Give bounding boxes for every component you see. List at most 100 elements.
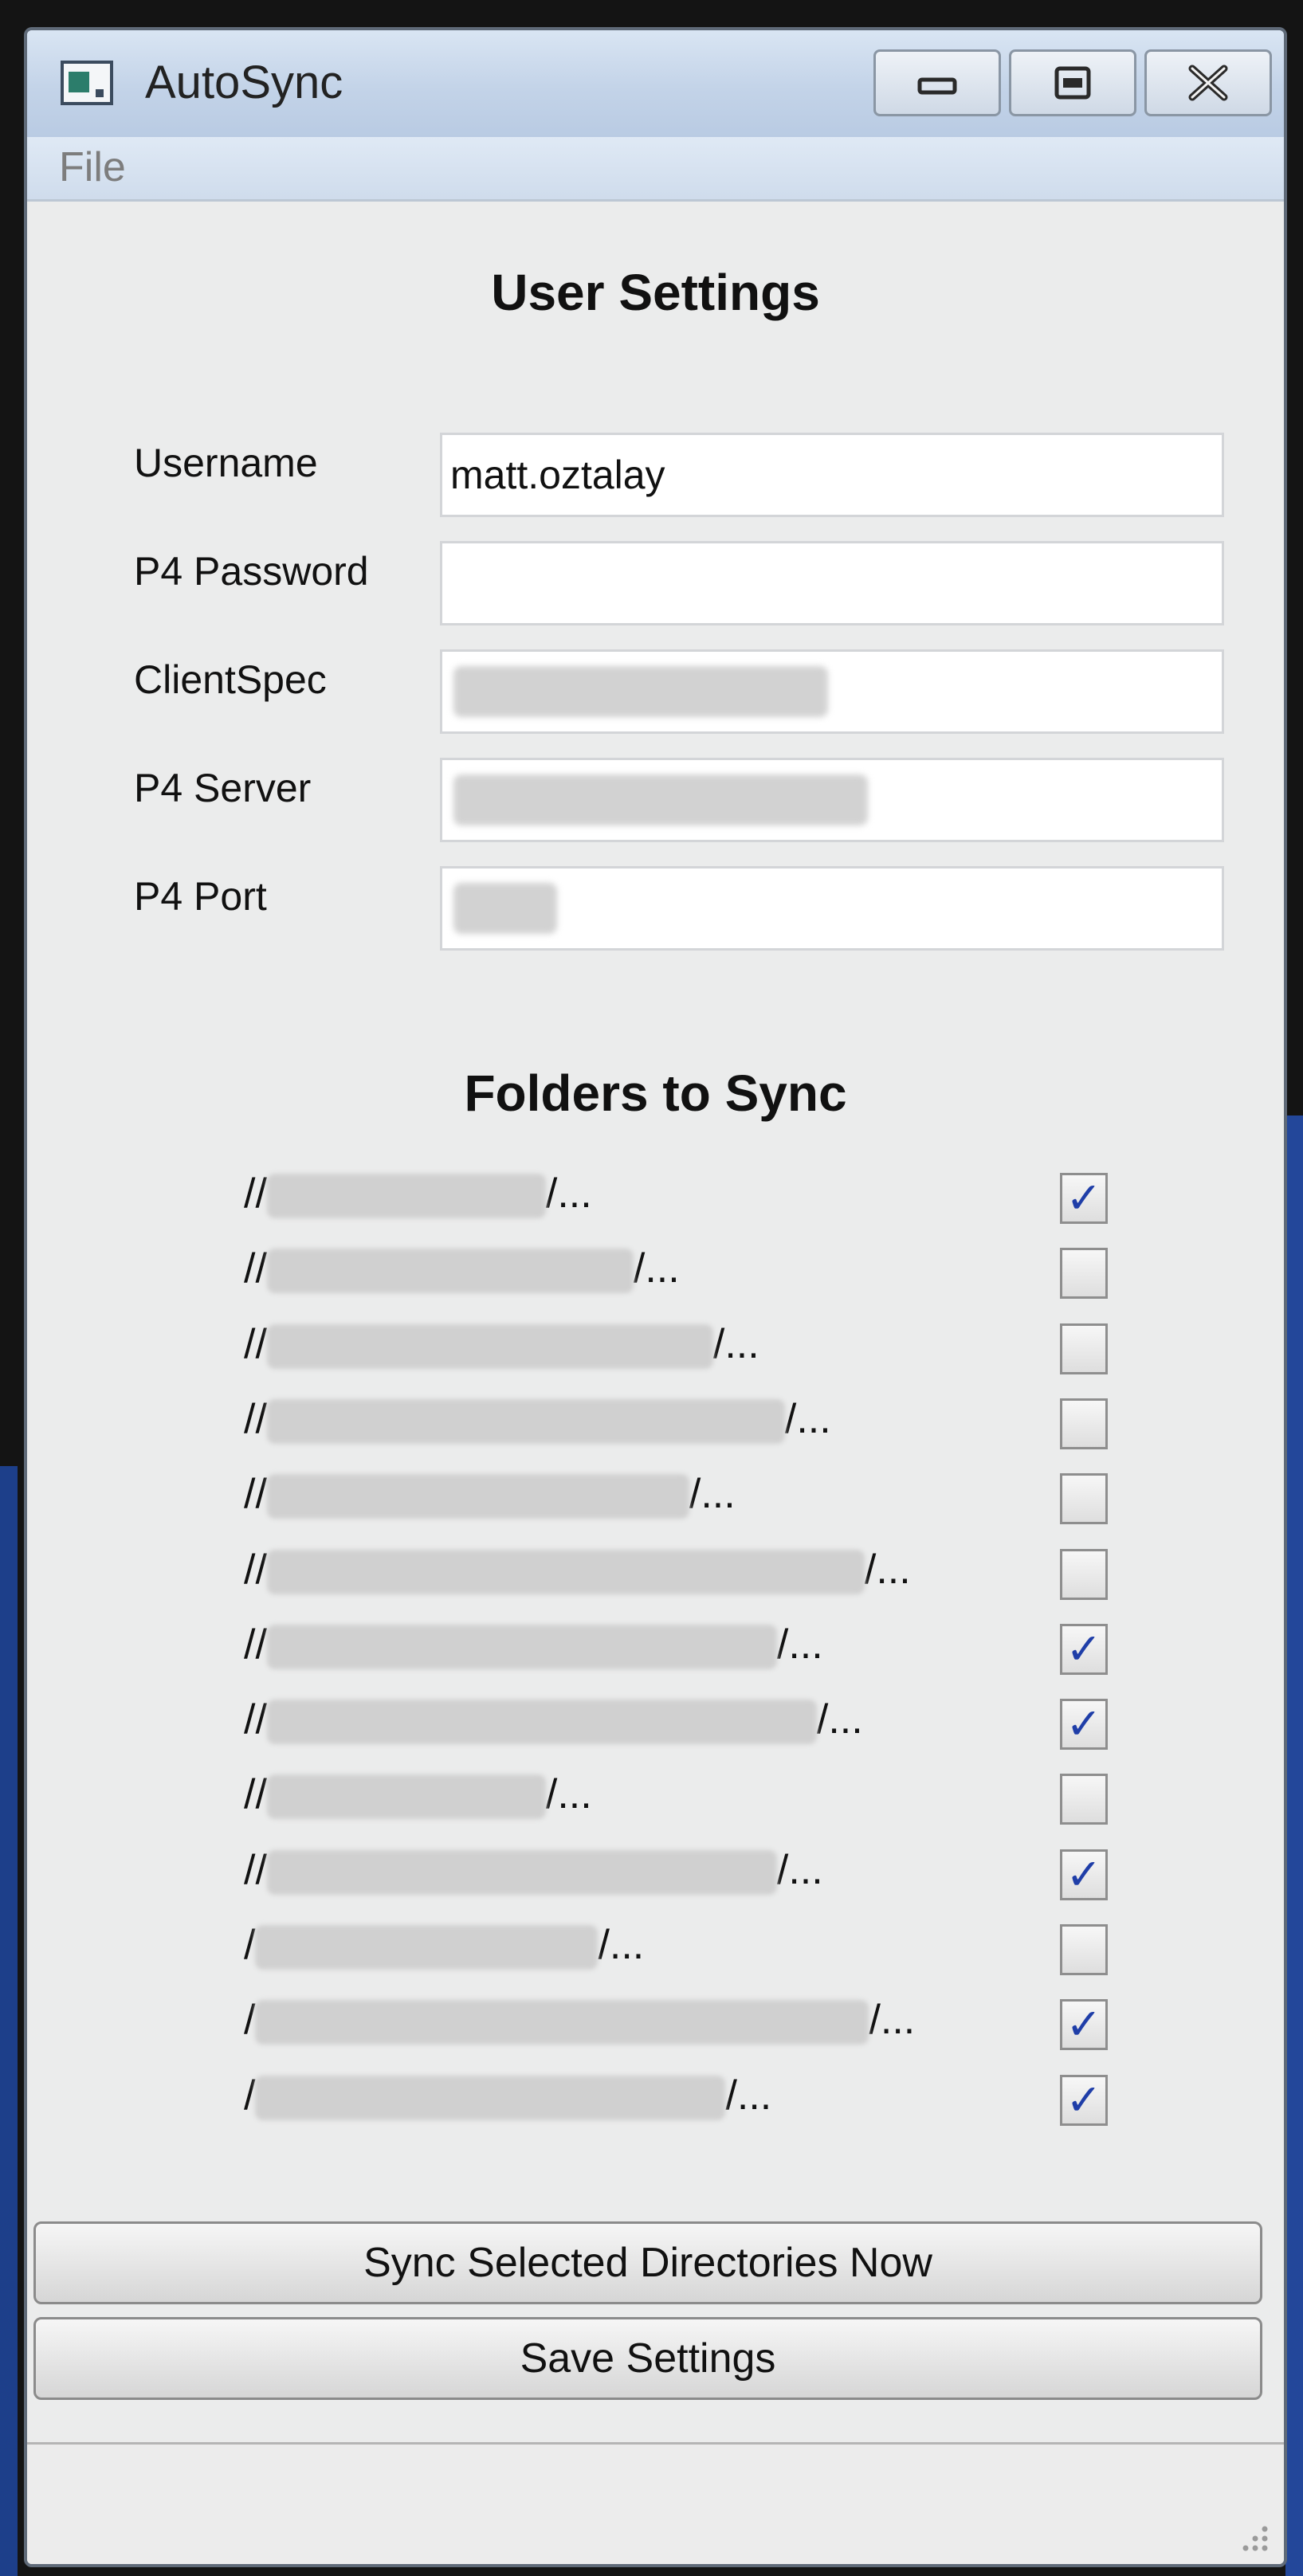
redacted-folder-path [266,1550,865,1595]
folder-path-suffix: /... [869,1997,916,2043]
minimize-button[interactable] [873,49,1001,116]
folder-path: / /... [244,1996,915,2045]
folder-path-suffix: /... [598,1922,645,1968]
checkmark-icon: ✓ [1066,1700,1102,1748]
status-bar [27,2442,1284,2564]
resize-grip-icon[interactable] [1233,2516,1271,2554]
folder-checkbox[interactable] [1060,1774,1108,1825]
folder-path-prefix: // [244,1547,267,1593]
redacted-folder-path [255,2000,869,2045]
folder-path: // /... [244,1245,680,1294]
folder-path-prefix: / [244,1997,256,2043]
username-field[interactable]: matt.oztalay [440,433,1224,517]
folder-row: // /... ✓ [27,1170,1284,1233]
redacted-folder-path [266,1625,777,1670]
folder-checkbox[interactable] [1060,1924,1108,1975]
folder-row: // /... [27,1245,1284,1308]
port-field[interactable] [440,866,1224,951]
checkmark-icon: ✓ [1066,1851,1102,1899]
desktop-background-left [0,1466,18,2576]
folder-row: / /... ✓ [27,1996,1284,2060]
redacted-folder-path [266,1399,785,1445]
redacted-folder-path [266,1474,689,1519]
redacted-folder-path [266,1324,713,1370]
folder-row: // /... [27,1770,1284,1834]
folder-checkbox[interactable]: ✓ [1060,1699,1108,1750]
window-title: AutoSync [145,57,343,108]
username-label: Username [134,441,318,485]
folder-path-prefix: / [244,2072,256,2119]
folder-checkbox[interactable] [1060,1549,1108,1600]
folder-checkbox[interactable] [1060,1248,1108,1299]
folder-path-suffix: /... [864,1547,911,1593]
folder-checkbox[interactable]: ✓ [1060,1173,1108,1224]
redacted-folder-path [266,1249,634,1294]
folder-path: // /... [244,1395,831,1445]
folder-checkbox[interactable]: ✓ [1060,1999,1108,2050]
menu-file[interactable]: File [59,143,126,191]
save-settings-button[interactable]: Save Settings [33,2317,1262,2400]
folder-checkbox[interactable]: ✓ [1060,1624,1108,1675]
checkmark-icon: ✓ [1066,2001,1102,2049]
folder-path: // /... [244,1846,823,1896]
close-button[interactable] [1144,49,1272,116]
folder-path-prefix: // [244,1847,267,1893]
redacted-port [453,883,557,934]
desktop-background-right [1285,1115,1303,2576]
folder-path: // /... [244,1470,736,1519]
checkmark-icon: ✓ [1066,1174,1102,1222]
port-label: P4 Port [134,874,267,919]
folder-path-suffix: /... [816,1696,863,1743]
folder-path-suffix: /... [776,1847,823,1893]
folder-path: / /... [244,2072,772,2121]
clientspec-field[interactable] [440,649,1224,734]
redacted-server [453,774,868,825]
folder-path-prefix: // [244,1771,267,1817]
folder-path-prefix: / [244,1922,256,1968]
redacted-folder-path [266,1774,546,1820]
folder-path-prefix: // [244,1696,267,1743]
folder-checkbox[interactable]: ✓ [1060,2075,1108,2126]
folder-path-suffix: /... [725,2072,772,2119]
redacted-folder-path [266,1174,546,1219]
sync-now-button[interactable]: Sync Selected Directories Now [33,2221,1262,2304]
folder-checkbox[interactable] [1060,1473,1108,1524]
folder-path-prefix: // [244,1245,267,1292]
folder-path-suffix: /... [712,1321,759,1367]
maximize-button[interactable] [1009,49,1136,116]
folder-path-suffix: /... [689,1471,736,1517]
folder-row: // /... [27,1470,1284,1534]
folder-path: // /... [244,1320,759,1370]
menu-bar: File [27,137,1284,202]
folder-checkbox[interactable] [1060,1323,1108,1374]
app-window-icon [61,61,113,105]
checkmark-icon: ✓ [1066,1625,1102,1673]
folder-row: // /... ✓ [27,1846,1284,1910]
folder-path-suffix: /... [784,1396,831,1442]
folder-path-prefix: // [244,1471,267,1517]
folder-path-suffix: /... [776,1621,823,1668]
redacted-folder-path [255,2076,726,2121]
folder-path: // /... [244,1621,823,1670]
redacted-clientspec [453,666,828,717]
folder-row: / /... ✓ [27,2072,1284,2135]
server-field[interactable] [440,758,1224,842]
folder-path: // /... [244,1696,863,1745]
password-field[interactable] [440,541,1224,625]
redacted-folder-path [266,1700,817,1745]
close-icon [1188,65,1228,101]
checkmark-icon: ✓ [1066,2076,1102,2124]
folder-path: // /... [244,1170,592,1219]
maximize-icon [1054,66,1091,100]
minimize-icon [917,77,957,95]
folder-checkbox[interactable] [1060,1398,1108,1449]
autosync-window: AutoSync File User Settings Username mat… [24,27,1287,2567]
redacted-folder-path [255,1925,599,1970]
folder-row: // /... [27,1320,1284,1384]
folder-checkbox[interactable]: ✓ [1060,1849,1108,1900]
folder-path-suffix: /... [545,1170,592,1217]
folder-path-prefix: // [244,1621,267,1668]
redacted-folder-path [266,1850,777,1896]
folder-path-suffix: /... [545,1771,592,1817]
title-bar[interactable]: AutoSync [27,30,1284,137]
